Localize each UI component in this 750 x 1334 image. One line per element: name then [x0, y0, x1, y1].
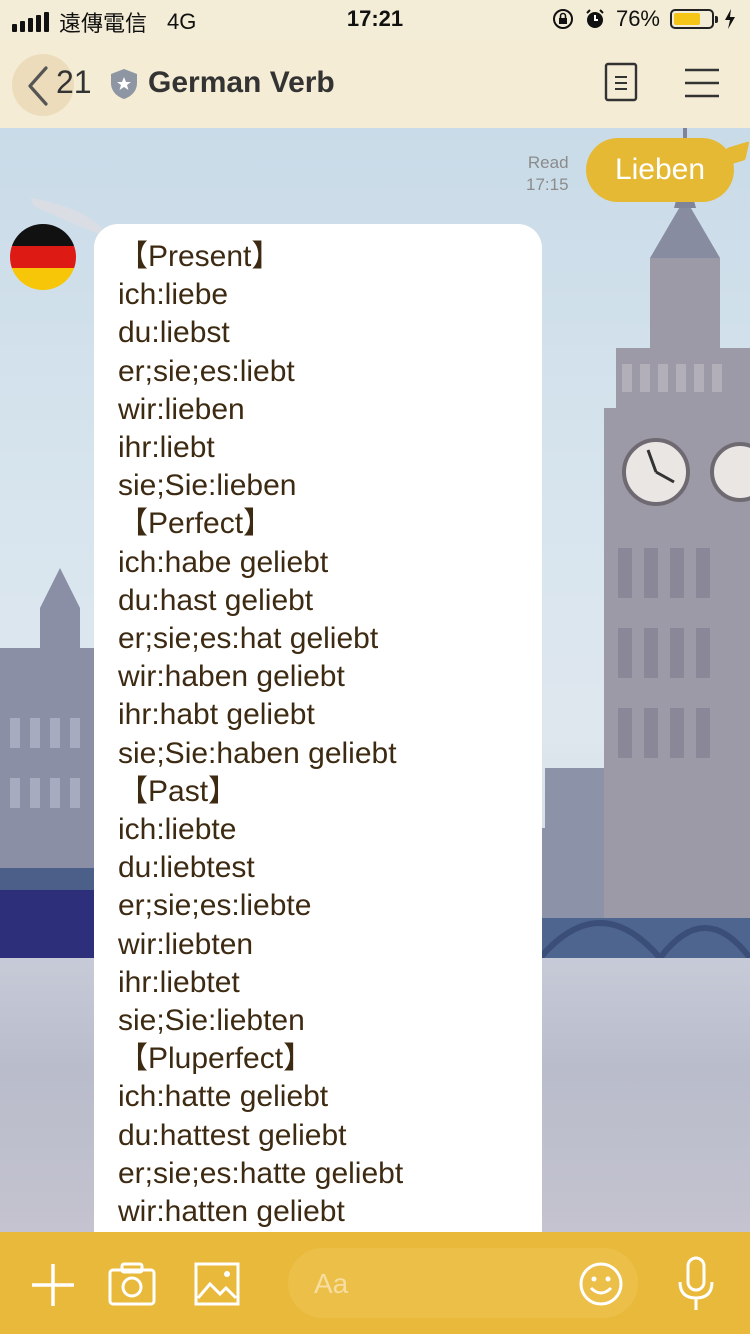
battery-percent: 76% — [615, 6, 660, 31]
message-input[interactable]: Aa — [288, 1248, 638, 1318]
read-receipt: Read 17:15 — [526, 152, 569, 196]
message-list[interactable]: Read 17:15 Lieben 【Present】 ich:liebe du:l… — [0, 128, 750, 1264]
message-line: ihr:liebtet — [118, 965, 240, 999]
message-line: ich:liebte — [118, 813, 237, 847]
message-line: er;sie;es:liebte — [118, 889, 312, 923]
message-line: er;sie;es:liebt — [118, 354, 295, 388]
read-label: Read — [527, 153, 569, 172]
message-line: wir:liebten — [118, 927, 254, 961]
message-line: du:hast geliebt — [118, 583, 314, 617]
message-line: du:hattest geliebt — [118, 1118, 347, 1152]
battery-fill — [674, 13, 701, 25]
chat-title: German Verb — [148, 66, 335, 99]
outgoing-message-bubble[interactable]: Lieben — [586, 138, 734, 202]
message-line: du:liebtest — [118, 851, 255, 885]
outgoing-message-text: Lieben — [614, 153, 706, 186]
message-line: 【Perfect】 — [118, 507, 274, 541]
message-line: 【Pluperfect】 — [118, 1042, 314, 1076]
message-line: wir:haben geliebt — [118, 660, 345, 694]
alarm-icon — [586, 9, 604, 28]
message-line: ihr:liebt — [118, 431, 215, 465]
plus-icon[interactable] — [30, 1262, 76, 1308]
rotation-lock-icon — [552, 9, 573, 29]
message-line: er;sie;es:hat geliebt — [118, 622, 379, 656]
camera-icon[interactable] — [108, 1262, 156, 1306]
message-line: ihr:habt geliebt — [118, 698, 315, 732]
unread-count: 21 — [56, 64, 92, 100]
message-line: sie;Sie:lieben — [118, 469, 297, 503]
image-icon[interactable] — [194, 1262, 240, 1306]
composer-bar: Aa — [0, 1232, 750, 1334]
charging-bolt-icon — [725, 9, 735, 29]
message-input-placeholder: Aa — [314, 1268, 349, 1299]
chevron-left-icon — [28, 66, 48, 106]
avatar[interactable] — [10, 224, 76, 290]
message-line: wir:lieben — [118, 392, 245, 426]
shield-star-icon — [111, 69, 137, 99]
message-line: sie;Sie:liebten — [118, 1004, 305, 1038]
chat-header: 21 German Verb — [0, 40, 750, 128]
message-line: 【Present】 — [118, 240, 282, 273]
incoming-message-bubble[interactable]: 【Present】 ich:liebe du:liebst er;sie;es:lie… — [94, 224, 542, 1264]
message-line: ich:hatte geliebt — [118, 1080, 329, 1114]
microphone-icon[interactable] — [676, 1256, 716, 1312]
status-right: 76% — [552, 6, 736, 32]
message-line: ich:liebe — [118, 278, 229, 312]
message-line: wir:hatten geliebt — [118, 1195, 345, 1229]
message-line: er;sie;es:hatte geliebt — [118, 1156, 404, 1190]
battery-icon — [670, 9, 718, 29]
message-line: 【Past】 — [118, 774, 239, 808]
read-time: 17:15 — [526, 175, 569, 194]
hamburger-menu-icon[interactable] — [684, 68, 720, 98]
notes-icon[interactable] — [604, 62, 638, 102]
message-line: du:liebst — [118, 316, 230, 350]
message-line: ich:habe geliebt — [118, 545, 329, 579]
smiley-icon[interactable] — [578, 1261, 624, 1307]
status-bar: 遠傳電信 4G 17:21 76% — [0, 0, 750, 40]
message-line: sie;Sie:haben geliebt — [118, 736, 397, 770]
